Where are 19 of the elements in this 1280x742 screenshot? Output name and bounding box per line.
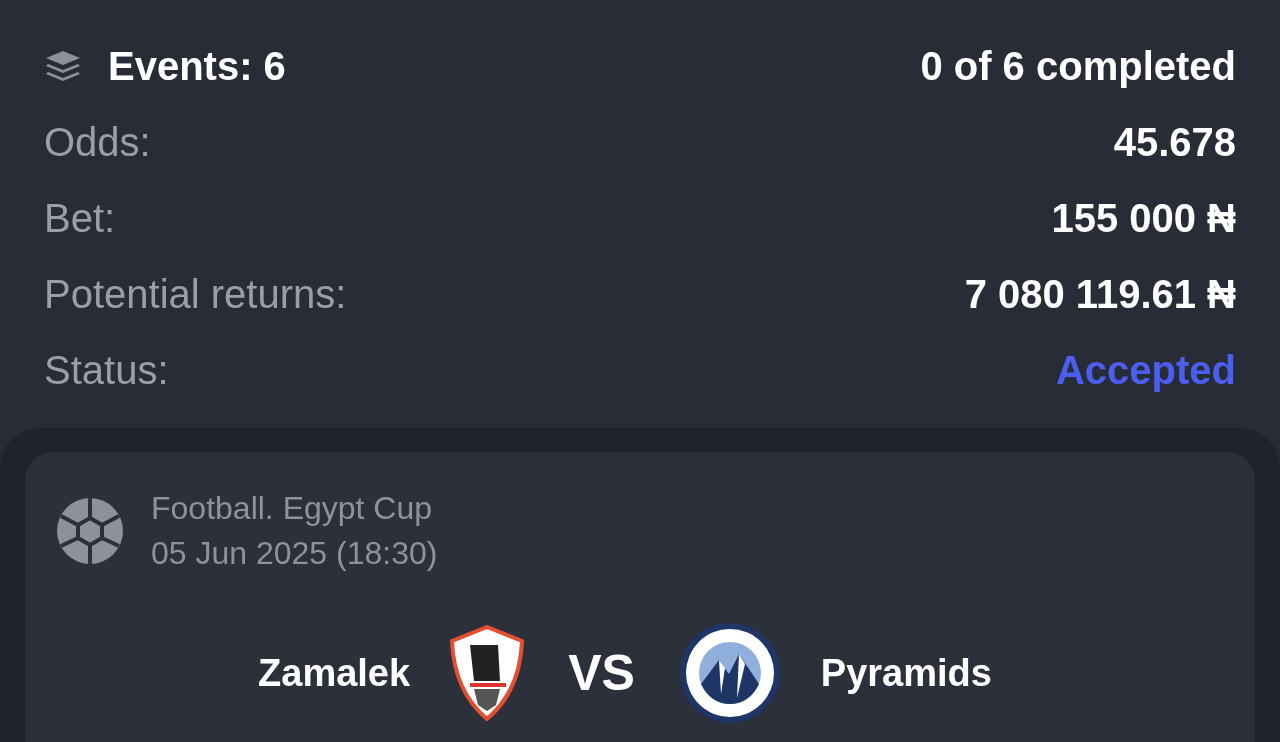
mountain-crest-icon bbox=[678, 622, 781, 724]
versus-label: VS bbox=[568, 644, 635, 702]
competition-title: Football. Egypt Cup bbox=[151, 490, 434, 527]
row-label: Potential returns: bbox=[44, 271, 347, 317]
row-value: Accepted bbox=[1055, 347, 1236, 393]
row-label: Odds: bbox=[44, 119, 151, 165]
row-label: Status: bbox=[44, 347, 169, 393]
away-team-name: Pyramids bbox=[820, 651, 992, 695]
row-value: 155 000 ₦ bbox=[1051, 195, 1236, 241]
event-date: 05 Jun 2025 (18:30) bbox=[151, 535, 438, 572]
layers-icon bbox=[44, 49, 82, 83]
football-icon bbox=[57, 498, 123, 564]
shield-crest-icon bbox=[450, 625, 525, 721]
completed-count: 0 of 6 completed bbox=[920, 43, 1236, 89]
events-count: Events: 6 bbox=[108, 43, 286, 89]
home-team-name: Zamalek bbox=[258, 651, 411, 695]
row-value: 45.678 bbox=[1113, 119, 1236, 165]
row-label: Bet: bbox=[44, 195, 116, 241]
row-value: 7 080 119.61 ₦ bbox=[964, 271, 1236, 317]
